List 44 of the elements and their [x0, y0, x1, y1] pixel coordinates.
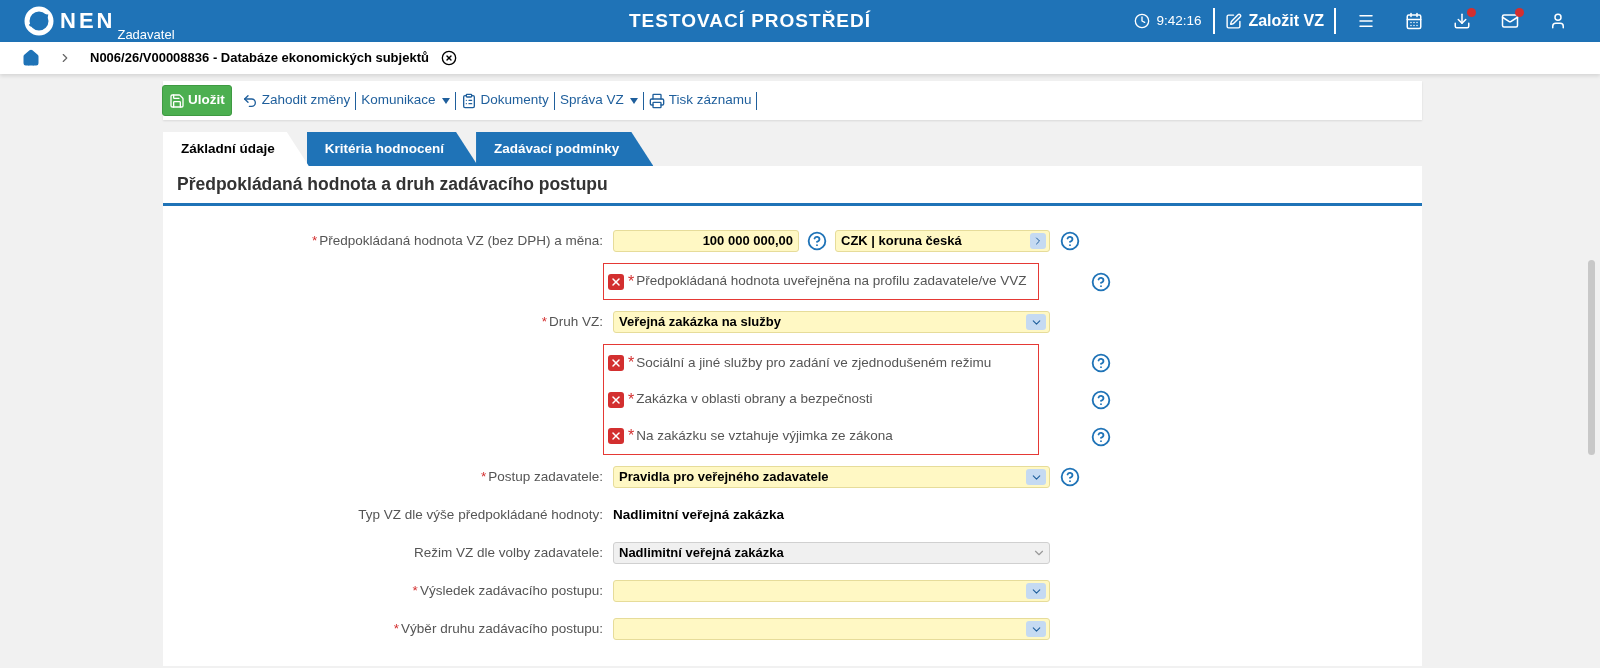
- field-label: Postup zadavatele:: [488, 467, 603, 486]
- required-mark: *: [393, 619, 400, 638]
- field-label: Typ VZ dle výše předpokládané hodnoty:: [358, 505, 603, 524]
- logo-text: NEN: [60, 7, 116, 35]
- section-title: Předpokládaná hodnota a druh zadávacího postupu: [177, 173, 608, 197]
- checkbox-label: Na zakázku se vztahuje výjimka ze zákona: [636, 426, 893, 445]
- required-mark: *: [628, 426, 635, 446]
- select-value: Veřejná zakázka na služby: [619, 313, 782, 332]
- required-mark: *: [628, 353, 635, 373]
- toolbar-link[interactable]: Komunikace: [357, 90, 454, 111]
- toolbar-link[interactable]: Správa VZ: [555, 90, 642, 111]
- required-mark: *: [541, 312, 547, 331]
- select-field[interactable]: Veřejná zakázka na služby: [613, 311, 1050, 333]
- toolbar-link[interactable]: Dokumenty: [456, 90, 553, 111]
- select-value: Pravidla pro veřejného zadavatele: [619, 468, 830, 487]
- required-mark: *: [628, 271, 635, 292]
- toolbar-link[interactable]: Tisk záznamu: [644, 90, 756, 111]
- toolbar-link[interactable]: Zahodit změny: [237, 90, 355, 111]
- tab[interactable]: Základní údaje: [163, 132, 309, 166]
- select-value: Nadlimitní veřejná zakázka: [619, 544, 785, 563]
- logo-subtitle: Zadavatel: [117, 28, 175, 42]
- session-time: 9:42:16: [1156, 11, 1202, 30]
- field-label: Výsledek zadávacího postupu:: [419, 581, 603, 600]
- field-label: Režim VZ dle volby zadavatele:: [413, 543, 603, 562]
- select-field[interactable]: Pravidla pro veřejného zadavatele: [613, 466, 1050, 488]
- currency-field[interactable]: CZK | koruna česká: [835, 230, 1050, 252]
- checkbox-label: Předpokládaná hodnota uveřejněna na profilu zadavatele/ve VVZ: [636, 272, 1027, 291]
- field-label: Předpokládaná hodnota VZ (bez DPH) a měna:: [319, 231, 603, 250]
- currency-value: CZK | koruna česká: [841, 232, 963, 251]
- checkbox-label: Sociální a jiné služby pro zadání ve zjednodušeném režimu: [636, 353, 992, 372]
- amount-field[interactable]: 100 000 000,00: [613, 230, 799, 252]
- required-mark: *: [628, 389, 635, 410]
- breadcrumb-item[interactable]: N006/26/V00008836 - Databáze ekonomických subjektů: [90, 48, 429, 68]
- required-mark: *: [480, 467, 487, 486]
- required-mark: *: [412, 581, 418, 600]
- checkbox-label: Zakázka v oblasti obrany a bezpečnosti: [636, 390, 873, 409]
- tab[interactable]: Zadávací podmínky: [476, 132, 654, 166]
- field-label: Výběr druhu zadávacího postupu:: [401, 619, 603, 638]
- tab[interactable]: Kritéria hodnocení: [306, 132, 479, 166]
- field-value: Nadlimitní veřejná zakázka: [613, 505, 785, 524]
- field-label: Druh VZ:: [549, 312, 603, 331]
- required-mark: *: [312, 231, 318, 250]
- create-button[interactable]: Založit VZ: [1215, 9, 1334, 33]
- environment-title: TESTOVACÍ PROSTŘEDÍ: [628, 8, 872, 33]
